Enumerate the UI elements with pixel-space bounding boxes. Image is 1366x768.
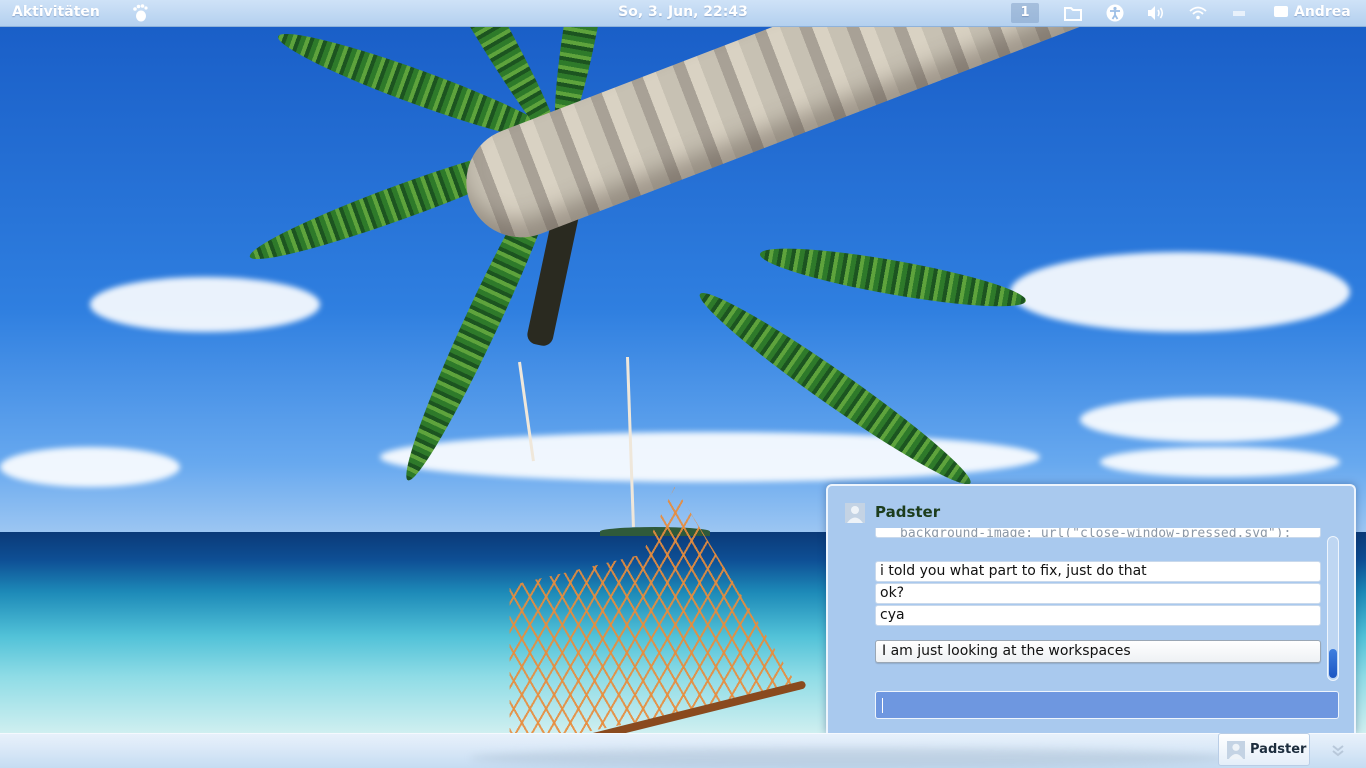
battery-icon[interactable] [1229,0,1251,27]
chat-bubble-icon [1274,6,1288,17]
text-caret [882,698,883,713]
reply-input[interactable] [875,691,1339,719]
tray-item-label: Padster [1250,742,1307,757]
clock[interactable]: So, 3. Jun, 22:43 [560,0,806,27]
chat-notification[interactable]: Padster background-image: url("close-win… [826,484,1356,734]
message-item: background-image: url("close-window-pres… [875,528,1321,538]
volume-icon[interactable] [1145,0,1167,27]
wallpaper-cloud [1100,447,1340,477]
wallpaper-cloud [0,447,180,487]
wallpaper-cloud [1080,397,1340,442]
user-menu[interactable]: Andrea [1274,0,1351,27]
tray-avatar-icon [1227,741,1245,759]
chevron-down-icon[interactable] [1330,742,1346,758]
tray-background-shade [470,748,1230,768]
activities-button[interactable]: Aktivitäten [12,0,100,27]
mouse-pointer-icon [518,762,526,768]
tray-chat-item[interactable]: Padster [1218,733,1310,766]
message-list: background-image: url("close-window-pres… [875,528,1323,678]
user-name: Andrea [1294,4,1351,20]
scrollbar-thumb[interactable] [1329,649,1337,678]
message-item: ok? [875,583,1321,604]
top-panel: Aktivitäten So, 3. Jun, 22:43 1 Andrea [0,0,1366,27]
accessibility-icon[interactable] [1104,0,1126,27]
foot-icon[interactable] [132,0,148,27]
contact-avatar-icon [845,503,865,523]
message-item: cya [875,605,1321,626]
contact-name: Padster [875,503,941,521]
files-icon[interactable] [1062,0,1084,27]
workspace-indicator[interactable]: 1 [1010,0,1040,27]
message-scrollbar[interactable] [1327,536,1339,681]
wallpaper-cloud [90,277,320,332]
wifi-icon[interactable] [1187,0,1209,27]
message-item: i told you what part to fix, just do tha… [875,561,1321,582]
workspace-number: 1 [1011,3,1039,23]
own-message-item: I am just looking at the workspaces [875,640,1321,663]
wallpaper-palm-frond [757,237,1029,318]
wallpaper-cloud [1010,252,1350,332]
